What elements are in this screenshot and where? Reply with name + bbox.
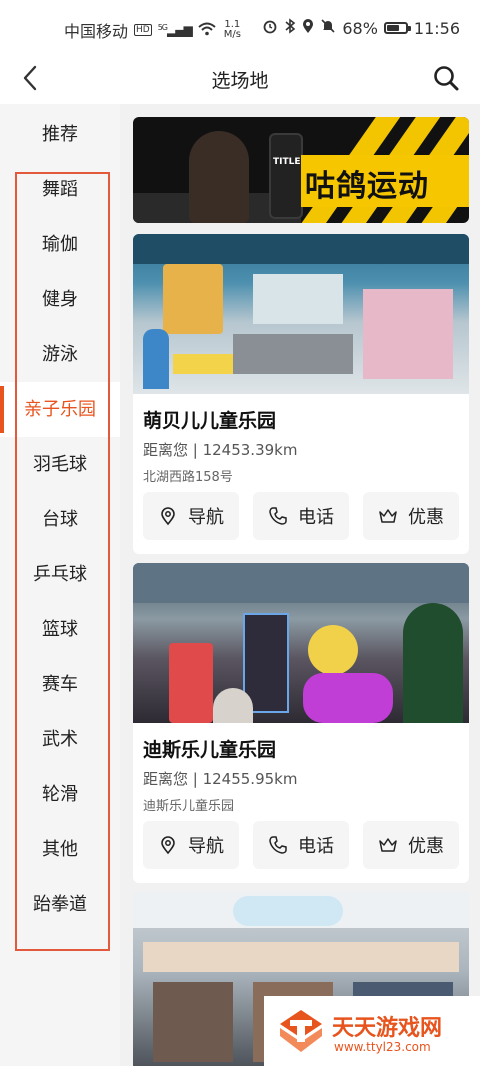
watermark-url: www.ttyl23.com bbox=[334, 1040, 431, 1054]
sidebar-item-kids-park[interactable]: 亲子乐园 bbox=[0, 382, 120, 437]
location-pin-icon bbox=[161, 836, 175, 855]
sidebar-item-taekwondo[interactable]: 跆拳道 bbox=[0, 877, 120, 932]
sidebar-item-martial-arts[interactable]: 武术 bbox=[0, 712, 120, 767]
site-watermark: 天天游戏网 www.ttyl23.com bbox=[264, 996, 480, 1066]
site-logo-icon bbox=[280, 1010, 322, 1052]
sidebar-item-table-tennis[interactable]: 乒乓球 bbox=[0, 547, 120, 602]
phone-button[interactable]: 电话 bbox=[253, 821, 349, 869]
phone-icon bbox=[269, 836, 287, 854]
page-title: 选场地 bbox=[211, 70, 269, 92]
crown-icon bbox=[379, 509, 397, 523]
navigate-button[interactable]: 导航 bbox=[143, 492, 239, 540]
sidebar-item-racing[interactable]: 赛车 bbox=[0, 657, 120, 712]
battery-icon bbox=[383, 22, 411, 34]
venue-photo bbox=[133, 563, 469, 723]
battery-percent: 68% bbox=[342, 18, 378, 38]
carrier-label: 中国移动 bbox=[64, 22, 129, 41]
sidebar-item-swimming[interactable]: 游泳 bbox=[0, 327, 120, 382]
venue-address: 迪斯乐儿童乐园 bbox=[143, 799, 235, 814]
promo-banner[interactable]: TITLE 咕鸽运动 bbox=[133, 117, 469, 223]
sidebar-item-other[interactable]: 其他 bbox=[0, 822, 120, 877]
discount-button[interactable]: 优惠 bbox=[363, 821, 459, 869]
sidebar-item-recommend[interactable]: 推荐 bbox=[0, 107, 120, 162]
phone-button[interactable]: 电话 bbox=[253, 492, 349, 540]
sidebar-item-billiards[interactable]: 台球 bbox=[0, 492, 120, 547]
venue-distance: 距离您 | 12455.95km bbox=[143, 770, 298, 788]
hd-badge: HD bbox=[134, 24, 152, 36]
navigate-button[interactable]: 导航 bbox=[143, 821, 239, 869]
category-sidebar: 推荐 舞蹈 瑜伽 健身 游泳 亲子乐园 羽毛球 台球 乒乓球 篮球 赛车 武术 … bbox=[0, 104, 120, 1066]
venue-photo bbox=[133, 234, 469, 394]
sidebar-item-basketball[interactable]: 篮球 bbox=[0, 602, 120, 657]
sidebar-item-dance[interactable]: 舞蹈 bbox=[0, 162, 120, 217]
search-icon bbox=[434, 66, 459, 91]
phone-icon bbox=[269, 507, 287, 525]
clock: 11:56 bbox=[413, 18, 460, 38]
mute-icon bbox=[320, 18, 336, 38]
sidebar-item-badminton[interactable]: 羽毛球 bbox=[0, 437, 120, 492]
venue-list: TITLE 咕鸽运动 萌贝儿儿童乐园 距离您 | 12453.39km 北湖西路… bbox=[120, 104, 480, 1066]
network-speed: 1.1 M/s bbox=[223, 19, 241, 40]
signal-icon: 5G▂▄▆ bbox=[157, 23, 193, 37]
punching-bag: TITLE bbox=[269, 133, 303, 219]
banner-title: 咕鸽运动 bbox=[305, 169, 429, 204]
sidebar-item-fitness[interactable]: 健身 bbox=[0, 272, 120, 327]
sidebar-item-roller-skating[interactable]: 轮滑 bbox=[0, 767, 120, 822]
bluetooth-icon bbox=[284, 18, 296, 38]
alarm-icon bbox=[262, 18, 278, 38]
venue-card[interactable]: 萌贝儿儿童乐园 距离您 | 12453.39km 北湖西路158号 导航 电话 … bbox=[133, 234, 469, 554]
venue-name: 迪斯乐儿童乐园 bbox=[143, 739, 277, 761]
watermark-title: 天天游戏网 bbox=[332, 1016, 443, 1041]
athlete-figure bbox=[189, 131, 249, 223]
venue-name: 萌贝儿儿童乐园 bbox=[143, 410, 277, 432]
sidebar-item-yoga[interactable]: 瑜伽 bbox=[0, 217, 120, 272]
wifi-icon bbox=[198, 21, 216, 40]
venue-distance: 距离您 | 12453.39km bbox=[143, 441, 298, 459]
discount-button[interactable]: 优惠 bbox=[363, 492, 459, 540]
search-button[interactable] bbox=[432, 64, 460, 92]
venue-address: 北湖西路158号 bbox=[143, 470, 233, 485]
venue-card[interactable]: 迪斯乐儿童乐园 距离您 | 12455.95km 迪斯乐儿童乐园 导航 电话 优… bbox=[133, 563, 469, 883]
signal-label: 5G bbox=[157, 23, 168, 32]
location-icon bbox=[302, 18, 314, 38]
location-pin-icon bbox=[161, 507, 175, 526]
app-header: 选场地 bbox=[0, 56, 480, 104]
crown-icon bbox=[379, 838, 397, 852]
status-bar: 中国移动 HD 5G▂▄▆ 1.1 M/s 68% 11:56 bbox=[0, 0, 480, 56]
